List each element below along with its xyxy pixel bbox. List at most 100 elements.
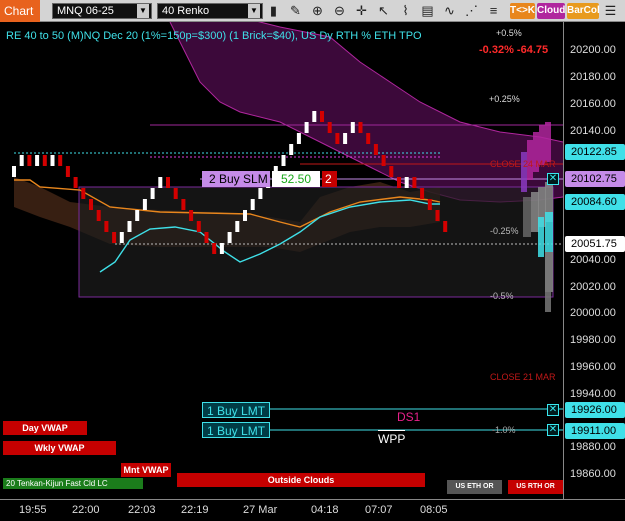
renko-brick [204, 232, 209, 243]
chart-title: RE 40 to 50 (M)NQ Dec 20 (1%=150p=$300) … [6, 30, 422, 42]
wkly-vwap-button[interactable]: Wkly VWAP [3, 441, 116, 455]
renko-brick [12, 166, 16, 177]
instrument-selector[interactable]: MNQ 06-25 ▼ [52, 3, 152, 19]
strategies-icon[interactable]: ⋰ [463, 3, 480, 19]
time-axis-label: 22:19 [181, 504, 209, 516]
buy-slm-qty[interactable]: 2 [322, 171, 337, 187]
renko-brick [289, 144, 294, 155]
price-tag-kijun: 20084.60 [565, 194, 625, 210]
price-axis-label: 20160.00 [570, 98, 616, 110]
renko-brick [189, 210, 194, 221]
bar-style-icon[interactable]: ▮ [265, 3, 282, 19]
renko-brick [420, 188, 425, 199]
time-axis-label: 07:07 [365, 504, 393, 516]
us-rth-or-button[interactable]: US RTH OR [508, 480, 563, 494]
chart-tab[interactable]: Chart [0, 0, 40, 22]
renko-brick [166, 177, 170, 188]
renko-brick [96, 210, 101, 221]
price-axis-label: 20200.00 [570, 44, 616, 56]
tpo-bar [523, 197, 531, 237]
range-box [78, 186, 554, 298]
renko-brick [404, 177, 409, 188]
close-order-icon[interactable]: ✕ [547, 424, 559, 436]
renko-brick [281, 155, 286, 166]
renko-brick [258, 188, 263, 199]
us-eth-or-button[interactable]: US ETH OR [447, 480, 502, 494]
indicator-label[interactable]: 20 Tenkan-Kijun Fast Cld LC [3, 478, 143, 489]
renko-brick [381, 155, 386, 166]
ds1-label: DS1 [397, 410, 421, 424]
pct-plus-025-label: +0.25% [489, 94, 520, 104]
time-axis[interactable]: 19:55 22:00 22:03 22:19 27 Mar 04:18 07:… [0, 499, 625, 521]
close-order-icon[interactable]: ✕ [547, 404, 559, 416]
renko-brick [358, 122, 363, 133]
renko-brick [350, 122, 355, 133]
price-tag-order: 20102.75 [565, 171, 625, 187]
renko-brick [304, 122, 309, 133]
draw-pencil-icon[interactable]: ✎ [287, 3, 304, 19]
renko-brick [65, 166, 70, 177]
renko-brick [35, 155, 40, 166]
price-axis-label: 19960.00 [570, 361, 616, 373]
outside-clouds-button[interactable]: Outside Clouds [177, 473, 425, 487]
renko-brick [42, 155, 47, 166]
price-tag-last: 20051.75 [565, 236, 625, 252]
renko-brick [89, 199, 93, 210]
renko-brick [58, 155, 63, 166]
buy-lmt-1-label[interactable]: 1 Buy LMT [202, 402, 270, 418]
price-axis-label: 19940.00 [570, 388, 616, 400]
time-axis-label: 22:00 [72, 504, 100, 516]
renko-brick [335, 133, 340, 144]
window-menu-icon[interactable]: ☰ [602, 3, 619, 19]
renko-brick [196, 221, 201, 232]
price-axis-label: 20020.00 [570, 281, 616, 293]
tpo-bar [538, 217, 544, 257]
properties-icon[interactable]: ▤ [419, 3, 436, 19]
day-vwap-button[interactable]: Day VWAP [3, 421, 87, 435]
tpo-bar [531, 192, 539, 232]
price-tag-buy-lmt-2: 19911.00 [565, 423, 625, 439]
chevron-down-icon: ▼ [137, 4, 149, 18]
renko-brick [227, 232, 232, 243]
close-order-icon[interactable]: ✕ [547, 173, 559, 185]
chart-trader-icon[interactable]: ≡ [485, 3, 502, 19]
pct-plus-05-label: +0.5% [496, 28, 522, 38]
indicators-icon[interactable]: ∿ [441, 3, 458, 19]
tk-toggle-button[interactable]: T<>K [510, 3, 535, 19]
buy-slm-offset[interactable]: 52.50 [272, 171, 320, 187]
tpo-bar [545, 122, 551, 162]
price-tag-buy-lmt-1: 19926.00 [565, 402, 625, 418]
price-axis-label: 19980.00 [570, 334, 616, 346]
renko-brick [412, 177, 417, 188]
renko-brick [250, 199, 255, 210]
time-axis-label: 04:18 [311, 504, 339, 516]
cloud-toggle-button[interactable]: Cloud [537, 3, 565, 19]
zoom-out-icon[interactable]: ⊖ [331, 3, 348, 19]
time-axis-label: 27 Mar [243, 504, 278, 516]
renko-brick [435, 210, 440, 221]
buy-slm-order-label[interactable]: 2 Buy SLM [202, 171, 270, 187]
zoom-in-icon[interactable]: ⊕ [309, 3, 326, 19]
buy-lmt-2-label[interactable]: 1 Buy LMT [202, 422, 270, 438]
time-axis-label: 08:05 [420, 504, 448, 516]
renko-brick [135, 210, 140, 221]
mnt-vwap-button[interactable]: Mnt VWAP [121, 463, 171, 477]
renko-brick [397, 177, 401, 188]
pointer-icon[interactable]: ↖ [375, 3, 392, 19]
close-24mar-label: CLOSE 24 MAR [490, 159, 556, 169]
barcol-toggle-button[interactable]: BarCol [567, 3, 600, 19]
renko-brick [212, 243, 217, 254]
price-axis[interactable]: 20200.00 20180.00 20160.00 20140.00 2012… [563, 22, 625, 499]
bar-type-selector[interactable]: 40 Renko ▼ [157, 3, 263, 19]
price-axis-label: 19860.00 [570, 468, 616, 480]
price-axis-label: 20040.00 [570, 254, 616, 266]
crosshair-icon[interactable]: ✛ [353, 3, 370, 19]
drawing-tools-icon[interactable]: ⌇ [397, 3, 414, 19]
renko-brick [104, 221, 109, 232]
renko-brick [243, 210, 247, 221]
renko-brick [427, 199, 432, 210]
renko-brick [366, 133, 371, 144]
price-axis-label: 20140.00 [570, 125, 616, 137]
wpp-label: WPP [378, 430, 406, 446]
renko-brick [443, 221, 448, 232]
